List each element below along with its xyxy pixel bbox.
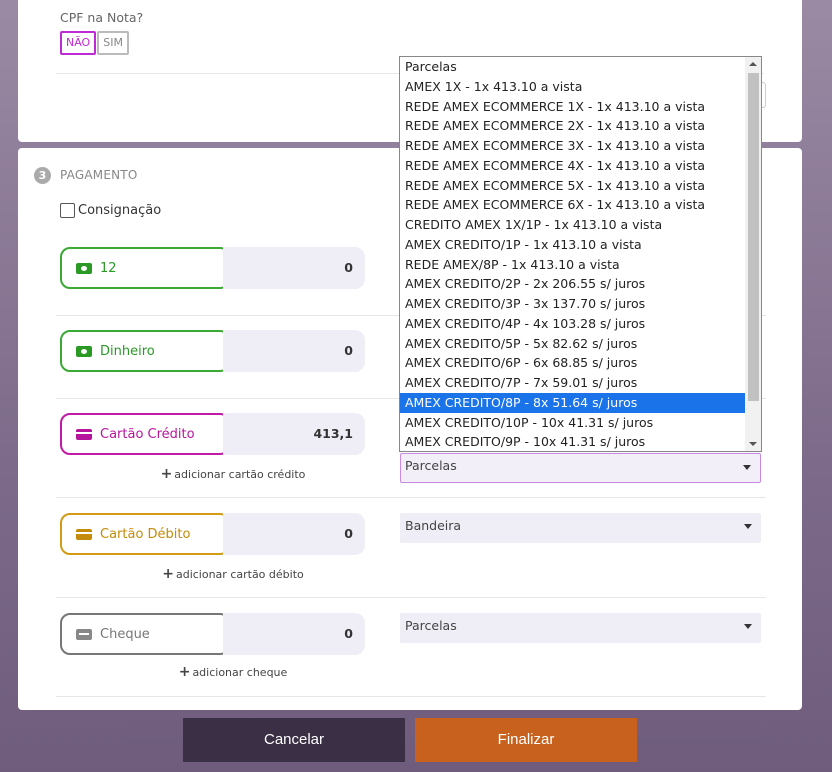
select-value: Bandeira bbox=[405, 518, 462, 533]
cpf-toggle: NÃO SIM bbox=[60, 31, 129, 55]
scroll-down-icon[interactable] bbox=[749, 442, 757, 446]
dropdown-option[interactable]: AMEX 1X - 1x 413.10 a vista bbox=[400, 77, 761, 97]
dropdown-option[interactable]: AMEX CREDITO/1P - 1x 413.10 a vista bbox=[400, 235, 761, 255]
scrollbar[interactable] bbox=[745, 57, 761, 451]
payment-method-label: Cartão Débito bbox=[100, 526, 191, 542]
consignment-label: Consignação bbox=[78, 203, 162, 218]
payment-method-debit-card[interactable]: Cartão Débito bbox=[60, 513, 230, 555]
add-label: adicionar cheque bbox=[192, 666, 288, 679]
select-value: Parcelas bbox=[405, 458, 457, 473]
select-value: Parcelas bbox=[405, 618, 457, 633]
consignment-checkbox[interactable]: Consignação bbox=[60, 203, 161, 218]
amount-input[interactable]: 0 bbox=[223, 330, 365, 372]
chevron-down-icon bbox=[744, 624, 752, 629]
dropdown-option[interactable]: AMEX CREDITO/4P - 4x 103.28 s/ juros bbox=[400, 314, 761, 334]
debit-brand-select[interactable]: Bandeira bbox=[400, 513, 761, 543]
dropdown-option[interactable]: REDE AMEX ECOMMERCE 5X - 1x 413.10 a vis… bbox=[400, 176, 761, 196]
add-credit-card-link[interactable]: + adicionar cartão crédito bbox=[148, 466, 318, 482]
add-debit-card-link[interactable]: + adicionar cartão débito bbox=[148, 566, 318, 582]
dropdown-option[interactable]: AMEX CREDITO/3P - 3x 137.70 s/ juros bbox=[400, 294, 761, 314]
amount-input[interactable]: 0 bbox=[223, 513, 365, 555]
cash-icon bbox=[76, 345, 92, 357]
checkbox-box[interactable] bbox=[60, 203, 75, 218]
dropdown-option[interactable]: REDE AMEX ECOMMERCE 3X - 1x 413.10 a vis… bbox=[400, 136, 761, 156]
cpf-label: CPF na Nota? bbox=[60, 10, 144, 25]
cancel-button[interactable]: Cancelar bbox=[183, 718, 405, 762]
installments-dropdown-list[interactable]: Parcelas AMEX 1X - 1x 413.10 a vista REDE … bbox=[399, 56, 762, 452]
payment-method-credit-card[interactable]: Cartão Crédito bbox=[60, 413, 230, 455]
credit-installments-select[interactable]: Parcelas bbox=[400, 453, 761, 483]
cpf-yes-button[interactable]: SIM bbox=[97, 31, 129, 55]
dropdown-option[interactable]: AMEX CREDITO/7P - 7x 59.01 s/ juros bbox=[400, 373, 761, 393]
amount-input[interactable]: 0 bbox=[223, 247, 365, 289]
payment-method-cash[interactable]: Dinheiro bbox=[60, 330, 230, 372]
payment-method-label: Cartão Crédito bbox=[100, 426, 195, 442]
payment-method-check[interactable]: Cheque bbox=[60, 613, 230, 655]
section-title: PAGAMENTO bbox=[60, 168, 138, 182]
scroll-up-icon[interactable] bbox=[749, 62, 757, 66]
chevron-down-icon bbox=[744, 524, 752, 529]
dropdown-option[interactable]: REDE AMEX ECOMMERCE 1X - 1x 413.10 a vis… bbox=[400, 97, 761, 117]
add-label: adicionar cartão débito bbox=[175, 568, 304, 581]
cash-icon bbox=[76, 262, 92, 274]
payment-method-12[interactable]: 12 bbox=[60, 247, 230, 289]
dropdown-option[interactable]: AMEX CREDITO/9P - 10x 41.31 s/ juros bbox=[400, 432, 761, 452]
divider bbox=[56, 696, 766, 697]
dropdown-option[interactable]: AMEX CREDITO/8P - 8x 51.64 s/ juros bbox=[400, 392, 761, 413]
plus-icon: + bbox=[178, 664, 191, 680]
add-check-link[interactable]: + adicionar cheque bbox=[148, 664, 318, 680]
dropdown-option[interactable]: REDE AMEX ECOMMERCE 2X - 1x 413.10 a vis… bbox=[400, 116, 761, 136]
dropdown-option[interactable]: AMEX CREDITO/5P - 5x 82.62 s/ juros bbox=[400, 334, 761, 354]
check-icon bbox=[76, 628, 92, 640]
plus-icon: + bbox=[162, 566, 174, 582]
plus-icon: + bbox=[160, 466, 173, 482]
amount-input[interactable]: 413,1 bbox=[223, 413, 365, 455]
dropdown-option[interactable]: AMEX CREDITO/10P - 10x 41.31 s/ juros bbox=[400, 413, 761, 433]
dropdown-option[interactable]: REDE AMEX ECOMMERCE 4X - 1x 413.10 a vis… bbox=[400, 156, 761, 176]
scrollbar-thumb[interactable] bbox=[748, 73, 759, 401]
payment-method-label: Cheque bbox=[100, 626, 150, 642]
check-installments-select[interactable]: Parcelas bbox=[400, 613, 761, 643]
debit-card-icon bbox=[76, 528, 92, 540]
dropdown-options: Parcelas AMEX 1X - 1x 413.10 a vista REDE … bbox=[400, 57, 761, 452]
dropdown-option[interactable]: Parcelas bbox=[400, 57, 761, 77]
divider bbox=[56, 497, 766, 498]
add-label: adicionar cartão crédito bbox=[174, 468, 306, 481]
dropdown-option[interactable]: CREDITO AMEX 1X/1P - 1x 413.10 a vista bbox=[400, 215, 761, 235]
divider bbox=[56, 597, 766, 598]
chevron-down-icon bbox=[743, 465, 751, 470]
dropdown-option[interactable]: REDE AMEX ECOMMERCE 6X - 1x 413.10 a vis… bbox=[400, 195, 761, 215]
finish-button[interactable]: Finalizar bbox=[415, 718, 637, 762]
dropdown-option[interactable]: REDE AMEX/8P - 1x 413.10 a vista bbox=[400, 255, 761, 275]
cpf-no-button[interactable]: NÃO bbox=[60, 31, 97, 55]
payment-method-label: 12 bbox=[100, 260, 117, 276]
credit-card-icon bbox=[76, 428, 92, 440]
dropdown-option[interactable]: AMEX CREDITO/6P - 6x 68.85 s/ juros bbox=[400, 353, 761, 373]
payment-method-label: Dinheiro bbox=[100, 343, 155, 359]
step-badge: 3 bbox=[34, 167, 51, 184]
amount-input[interactable]: 0 bbox=[223, 613, 365, 655]
dropdown-option[interactable]: AMEX CREDITO/2P - 2x 206.55 s/ juros bbox=[400, 274, 761, 294]
